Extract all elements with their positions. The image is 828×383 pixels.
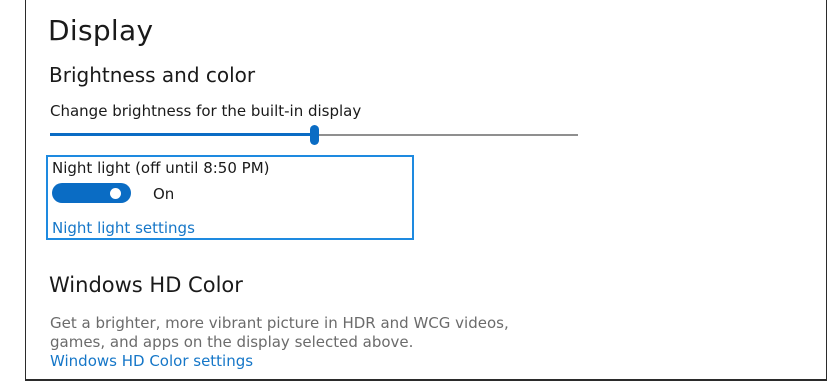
brightness-color-heading: Brightness and color (49, 63, 256, 87)
hd-color-description-line2: games, and apps on the display selected … (50, 333, 414, 351)
brightness-slider-label: Change brightness for the built-in displ… (50, 102, 362, 120)
hd-color-description-line1: Get a brighter, more vibrant picture in … (50, 314, 509, 332)
brightness-slider-thumb[interactable] (310, 125, 319, 145)
hd-color-description: Get a brighter, more vibrant picture in … (50, 314, 509, 352)
night-light-settings-link[interactable]: Night light settings (52, 219, 195, 237)
night-light-label: Night light (off until 8:50 PM) (52, 159, 270, 177)
hd-color-heading: Windows HD Color (49, 273, 243, 297)
toggle-knob (110, 188, 121, 199)
hd-color-settings-link[interactable]: Windows HD Color settings (50, 352, 253, 370)
brightness-slider-fill (50, 133, 314, 136)
night-light-toggle-state: On (153, 185, 175, 203)
page-title: Display (48, 14, 154, 47)
